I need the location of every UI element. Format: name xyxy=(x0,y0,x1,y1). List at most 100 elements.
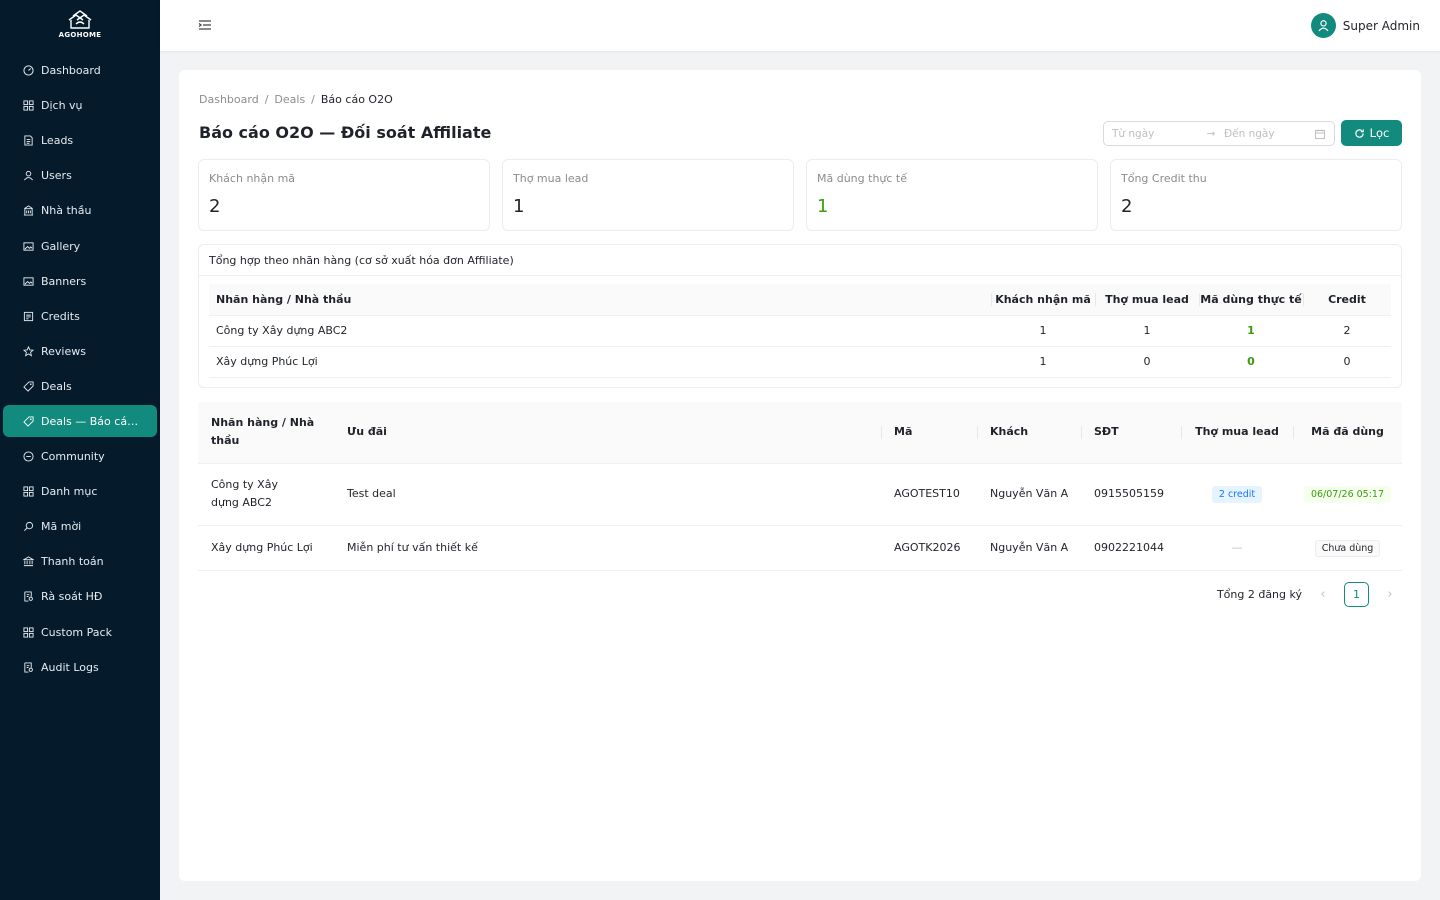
next-page-icon[interactable]: › xyxy=(1379,583,1401,607)
star-icon xyxy=(22,345,34,357)
sidebar-item-leads[interactable]: Leads xyxy=(0,123,160,158)
table-cell: 1 xyxy=(1199,315,1303,347)
file-icon xyxy=(22,135,34,147)
sidebar-item-thanh-toan[interactable]: Thanh toán xyxy=(0,544,160,579)
tag-icon xyxy=(22,380,34,392)
sidebar-item-label: Rà soát HĐ xyxy=(41,590,103,604)
sidebar-item-label: Dịch vụ xyxy=(41,99,83,113)
date-to-input[interactable]: Đến ngày xyxy=(1224,128,1314,140)
prev-page-icon[interactable]: ‹ xyxy=(1312,583,1334,607)
sidebar-item-credits[interactable]: Credits xyxy=(0,299,160,334)
sidebar-item-label: Nhà thầu xyxy=(41,204,92,218)
sidebar-item-reviews[interactable]: Reviews xyxy=(0,334,160,369)
breadcrumb-current: Báo cáo O2O xyxy=(320,93,393,106)
column-header: Nhãn hàng / Nhà thầu xyxy=(198,402,334,464)
sidebar-item-custom-pack[interactable]: Custom Pack xyxy=(0,615,160,650)
table-row: Xây dựng Phúc Lợi 1 0 0 0 xyxy=(209,346,1391,378)
column-header: Mã đã dùng xyxy=(1293,402,1402,464)
deal-cell: Miễn phí tư vấn thiết kế xyxy=(334,525,881,571)
empty-dash: — xyxy=(1231,540,1243,554)
table-row: Xây dựng Phúc Lợi Miễn phí tư vấn thiết … xyxy=(198,525,1402,571)
column-header: SĐT xyxy=(1081,402,1181,464)
deal-cell: Test deal xyxy=(334,463,881,526)
sidebar-item-label: Danh mục xyxy=(41,485,98,499)
phone-cell: 0915505159 xyxy=(1081,463,1181,526)
house-logo-icon xyxy=(68,10,92,29)
logo[interactable]: AGOHOME xyxy=(0,10,160,44)
date-from-input[interactable]: Từ ngày xyxy=(1112,128,1198,140)
table-row: Công ty Xây dựng ABC2 1 1 1 2 xyxy=(209,315,1391,347)
table-cell: 1 xyxy=(1095,315,1199,347)
column-header: Mã dùng thực tế xyxy=(1199,284,1303,316)
sidebar: AGOHOME Dashboard Dịch vụ Leads Users Nh… xyxy=(0,0,160,900)
sidebar-item-dashboard[interactable]: Dashboard xyxy=(0,53,160,88)
table-header-row: Nhãn hàng / Nhà thầu Khách nhận mã Thợ m… xyxy=(209,284,1391,316)
sidebar-item-label: Community xyxy=(41,450,105,464)
reload-icon xyxy=(1354,128,1364,138)
sidebar-item-community[interactable]: Community xyxy=(0,439,160,474)
unused-tag: Chưa dùng xyxy=(1314,539,1381,557)
sidebar-item-ma-moi[interactable]: Mã mời xyxy=(0,509,160,544)
customer-cell: Nguyễn Văn A xyxy=(977,525,1081,571)
stat-value: 1 xyxy=(817,196,829,217)
stat-label: Tổng Credit thu xyxy=(1121,172,1207,185)
grid-icon xyxy=(22,626,34,638)
column-header: Thợ mua lead xyxy=(1181,402,1293,464)
picture-icon xyxy=(22,240,34,252)
breadcrumb-deals[interactable]: Deals xyxy=(274,93,305,106)
date-range-picker[interactable]: Từ ngày → Đến ngày xyxy=(1103,121,1335,146)
sidebar-item-banners[interactable]: Banners xyxy=(0,264,160,299)
sidebar-item-label: Users xyxy=(41,169,72,183)
user-icon xyxy=(22,170,34,182)
stat-value: 2 xyxy=(209,196,221,217)
code-cell: AGOTEST10 xyxy=(881,463,977,526)
table-cell: 0 xyxy=(1199,346,1303,378)
sidebar-item-deals[interactable]: Deals xyxy=(0,369,160,404)
column-header: Khách nhận mã xyxy=(991,284,1095,316)
phone-cell: 0902221044 xyxy=(1081,525,1181,571)
used-date-tag: 06/07/26 05:17 xyxy=(1303,486,1392,503)
stat-card-tong-credit-thu: Tổng Credit thu 2 xyxy=(1110,159,1402,231)
sidebar-item-users[interactable]: Users xyxy=(0,158,160,193)
credit-tag: 2 credit xyxy=(1211,486,1263,503)
table-cell: Công ty Xây dựng ABC2 xyxy=(209,315,991,347)
sidebar-item-label: Dashboard xyxy=(41,64,101,78)
top-header: Super Admin xyxy=(160,0,1440,51)
stat-value: 1 xyxy=(513,196,525,217)
sidebar-item-label: Deals xyxy=(41,379,72,393)
menu-toggle-icon[interactable] xyxy=(198,18,212,32)
sidebar-item-deals-report[interactable]: Deals — Báo cáo ... xyxy=(0,404,160,439)
stat-card-khach-nhan-ma: Khách nhận mã 2 xyxy=(198,159,490,231)
calendar-icon xyxy=(1315,129,1325,139)
sidebar-item-label: Audit Logs xyxy=(41,660,99,674)
building-icon xyxy=(22,205,34,217)
page-title: Báo cáo O2O — Đối soát Affiliate xyxy=(199,123,492,142)
stat-label: Thợ mua lead xyxy=(513,172,589,185)
used-cell: Chưa dùng xyxy=(1293,525,1402,571)
pagination: Tổng 2 đăng ký ‹ 1 › xyxy=(1217,582,1401,607)
sidebar-item-gallery[interactable]: Gallery xyxy=(0,228,160,263)
sidebar-item-danh-muc[interactable]: Danh mục xyxy=(0,474,160,509)
breadcrumb-separator: / xyxy=(264,93,269,106)
user-menu[interactable]: Super Admin xyxy=(1310,13,1420,38)
sidebar-item-audit-logs[interactable]: Audit Logs xyxy=(0,650,160,685)
grid-icon xyxy=(22,486,34,498)
breadcrumb-dashboard[interactable]: Dashboard xyxy=(199,93,259,106)
column-header: Nhãn hàng / Nhà thầu xyxy=(209,284,991,316)
sidebar-item-nha-thau[interactable]: Nhà thầu xyxy=(0,193,160,228)
sidebar-menu: Dashboard Dịch vụ Leads Users Nhà thầu G… xyxy=(0,53,160,685)
stat-label: Mã dùng thực tế xyxy=(817,172,908,185)
stat-card-tho-mua-lead: Thợ mua lead 1 xyxy=(502,159,794,231)
grid-icon xyxy=(22,100,34,112)
sidebar-item-label: Gallery xyxy=(41,239,81,253)
table-row: Công ty Xây dựng ABC2 Test deal AGOTEST1… xyxy=(198,463,1402,526)
sidebar-item-dich-vu[interactable]: Dịch vụ xyxy=(0,88,160,123)
sidebar-item-ra-soat-hd[interactable]: Rà soát HĐ xyxy=(0,579,160,614)
used-cell: 06/07/26 05:17 xyxy=(1293,463,1402,526)
bank-icon xyxy=(22,556,34,568)
page-number-button[interactable]: 1 xyxy=(1344,582,1369,607)
filter-button[interactable]: Lọc xyxy=(1341,120,1402,146)
main-content: Dashboard / Deals / Báo cáo O2O Báo cáo … xyxy=(179,70,1421,881)
sidebar-item-label: Thanh toán xyxy=(41,555,104,569)
sidebar-item-label: Deals — Báo cáo ... xyxy=(41,414,141,428)
